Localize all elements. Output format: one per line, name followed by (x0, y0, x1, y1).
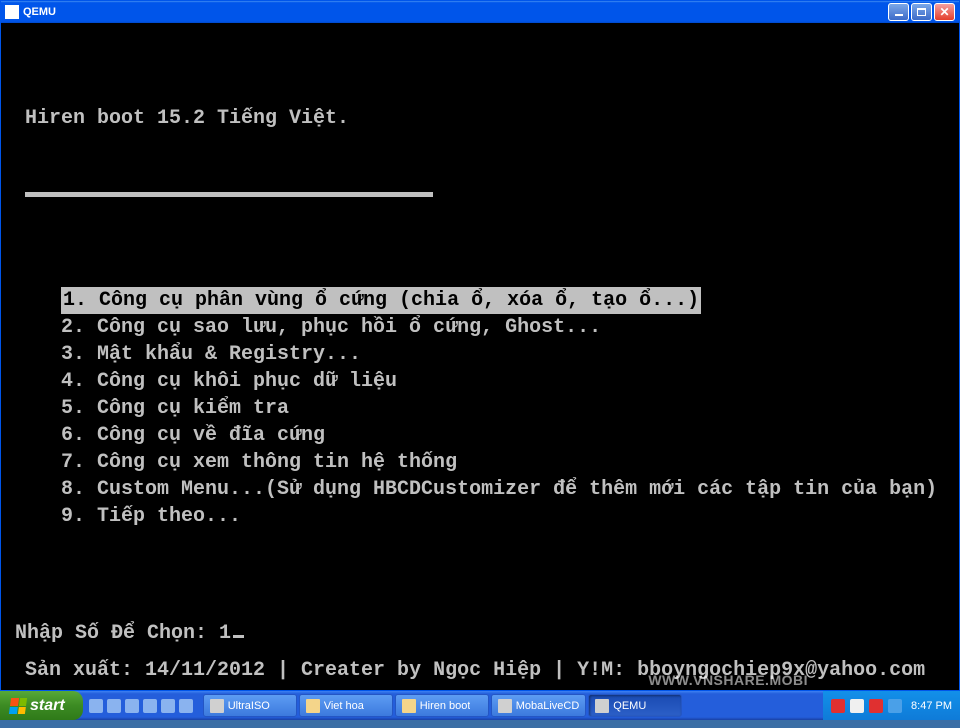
tray-icon[interactable] (831, 699, 845, 713)
system-tray: 8:47 PM (823, 691, 960, 720)
folder-icon (402, 699, 416, 713)
menu-item-9[interactable]: 9. Tiếp theo... (61, 503, 959, 530)
task-label: Hiren boot (420, 700, 471, 712)
close-button[interactable]: ✕ (934, 3, 955, 21)
window-controls: ✕ (888, 3, 955, 21)
minimize-button[interactable] (888, 3, 909, 21)
quick-launch-icon[interactable] (89, 699, 103, 713)
start-label: start (30, 697, 65, 715)
quick-launch (83, 691, 199, 720)
task-label: UltraISO (228, 700, 270, 712)
app-icon (595, 699, 609, 713)
prompt-value: 1 (219, 622, 231, 645)
quick-launch-icon[interactable] (143, 699, 157, 713)
console-screen[interactable]: Hiren boot 15.2 Tiếng Việt. 1. Công cụ p… (1, 23, 959, 690)
titlebar[interactable]: QEMU ✕ (1, 1, 959, 23)
tray-icon[interactable] (888, 699, 902, 713)
prompt-label: Nhập Số Để Chọn: (15, 622, 219, 645)
boot-menu: 1. Công cụ phân vùng ổ cứng (chia ổ, xóa… (1, 287, 959, 530)
menu-item-8[interactable]: 8. Custom Menu...(Sử dụng HBCDCustomizer… (61, 476, 959, 503)
title-underline (25, 192, 433, 197)
text-cursor (233, 635, 244, 638)
quick-launch-icon[interactable] (107, 699, 121, 713)
qemu-window: QEMU ✕ Hiren boot 15.2 Tiếng Việt. 1. Cô… (0, 0, 960, 691)
start-button[interactable]: start (0, 691, 83, 720)
app-icon (5, 5, 19, 19)
taskbar-task[interactable]: QEMU (588, 694, 682, 717)
boot-title: Hiren boot 15.2 Tiếng Việt. (1, 105, 959, 132)
task-label: Viet hoa (324, 700, 364, 712)
menu-item-7[interactable]: 7. Công cụ xem thông tin hệ thống (61, 449, 959, 476)
taskbar-task[interactable]: UltraISO (203, 694, 297, 717)
quick-launch-icon[interactable] (125, 699, 139, 713)
input-prompt: Nhập Số Để Chọn: 1 (1, 620, 959, 647)
window-title: QEMU (23, 6, 888, 18)
app-icon (210, 699, 224, 713)
menu-item-2[interactable]: 2. Công cụ sao lưu, phục hồi ổ cứng, Gho… (61, 314, 959, 341)
windows-logo-icon (9, 698, 27, 714)
minimize-icon (895, 14, 903, 16)
menu-item-1[interactable]: 1. Công cụ phân vùng ổ cứng (chia ổ, xóa… (61, 287, 701, 314)
quick-launch-icon[interactable] (179, 699, 193, 713)
taskbar-task[interactable]: Viet hoa (299, 694, 393, 717)
tray-icon[interactable] (869, 699, 883, 713)
menu-item-4[interactable]: 4. Công cụ khôi phục dữ liệu (61, 368, 959, 395)
maximize-button[interactable] (911, 3, 932, 21)
boot-footer: Sản xuất: 14/11/2012 | Creater by Ngọc H… (25, 657, 925, 684)
close-icon: ✕ (939, 6, 949, 18)
app-icon (498, 699, 512, 713)
menu-item-5[interactable]: 5. Công cụ kiểm tra (61, 395, 959, 422)
clock[interactable]: 8:47 PM (911, 700, 952, 712)
tray-icon[interactable] (850, 699, 864, 713)
task-label: QEMU (613, 700, 646, 712)
folder-icon (306, 699, 320, 713)
taskbar: start UltraISO Viet hoa Hiren boot MobaLive… (0, 691, 960, 720)
menu-item-3[interactable]: 3. Mật khẩu & Registry... (61, 341, 959, 368)
taskbar-task[interactable]: MobaLiveCD (491, 694, 587, 717)
quick-launch-icon[interactable] (161, 699, 175, 713)
task-label: MobaLiveCD (516, 700, 580, 712)
maximize-icon (917, 8, 926, 16)
menu-item-6[interactable]: 6. Công cụ về đĩa cứng (61, 422, 959, 449)
taskbar-tasks: UltraISO Viet hoa Hiren boot MobaLiveCD QEMU (199, 691, 823, 720)
taskbar-task[interactable]: Hiren boot (395, 694, 489, 717)
